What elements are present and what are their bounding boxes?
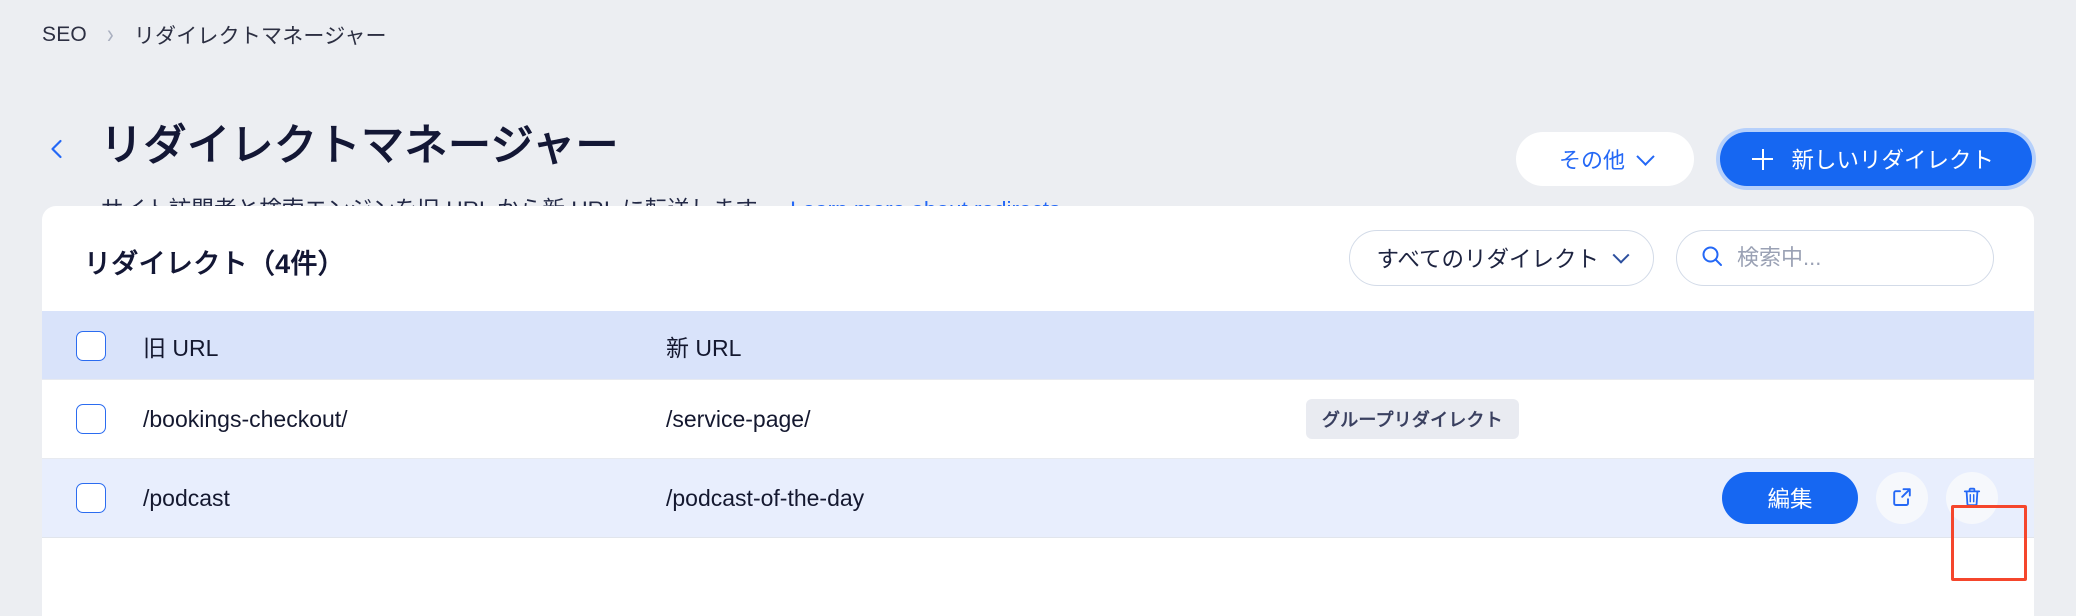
redirect-filter-dropdown[interactable]: すべてのリダイレクト xyxy=(1349,230,1654,286)
new-redirect-button-focus-ring: 新しいリダイレクト xyxy=(1716,128,2036,190)
external-link-icon xyxy=(1891,486,1913,511)
breadcrumb: SEO › リダイレクトマネージャー xyxy=(42,20,387,50)
breadcrumb-item-seo[interactable]: SEO xyxy=(42,23,87,47)
select-all-checkbox[interactable] xyxy=(76,330,106,361)
chevron-left-icon[interactable] xyxy=(46,138,68,160)
table-row-partial[interactable] xyxy=(42,537,2034,561)
more-button[interactable]: その他 xyxy=(1516,132,1695,186)
trash-icon xyxy=(1961,486,1983,511)
row-checkbox[interactable] xyxy=(76,404,106,434)
redirect-filter-label: すべてのリダイレクト xyxy=(1376,247,1599,272)
chevron-down-icon xyxy=(1612,246,1630,264)
search-box[interactable] xyxy=(1676,230,1994,286)
header-actions: その他 新しいリダイレクト xyxy=(1516,128,2036,190)
open-external-button[interactable] xyxy=(1876,472,1928,524)
cell-badge: グループリダイレクト xyxy=(1306,399,2034,439)
chevron-down-icon xyxy=(1636,146,1655,166)
cell-old-url: /podcast xyxy=(143,484,230,511)
column-header-new-url: 新 URL xyxy=(666,334,742,361)
breadcrumb-item-redirect-manager[interactable]: リダイレクトマネージャー xyxy=(134,20,387,50)
cell-old-url: /bookings-checkout/ xyxy=(143,405,348,432)
table-row[interactable]: /podcast /podcast-of-the-day 編集 xyxy=(42,458,2034,537)
edit-button[interactable]: 編集 xyxy=(1722,472,1858,524)
plus-icon xyxy=(1752,148,1774,170)
redirects-card: リダイレクト（4件） すべてのリダイレクト 検索中... 旧 URL 新 URL… xyxy=(42,206,2034,616)
cell-new-url: /podcast-of-the-day xyxy=(666,484,865,511)
more-button-label: その他 xyxy=(1558,148,1625,173)
page-header: リダイレクトマネージャー サイト訪問者と検索エンジンを旧 URL から新 URL… xyxy=(0,56,2076,222)
new-redirect-button-label: 新しいリダイレクト xyxy=(1791,148,1994,173)
search-icon xyxy=(1701,245,1723,272)
card-header: リダイレクト（4件） すべてのリダイレクト xyxy=(42,206,2034,311)
row-actions: 編集 xyxy=(1722,472,1998,524)
column-header-old-url: 旧 URL xyxy=(143,334,219,361)
card-toolbar: すべてのリダイレクト xyxy=(1349,230,1994,286)
card-title: リダイレクト（4件） xyxy=(84,249,346,279)
search-input[interactable] xyxy=(1737,245,1969,271)
breadcrumb-separator-icon: › xyxy=(106,20,114,50)
page-title: リダイレクトマネージャー xyxy=(100,122,619,170)
new-redirect-button[interactable]: 新しいリダイレクト xyxy=(1720,132,2032,186)
redirect-manager-page: SEO › リダイレクトマネージャー リダイレクトマネージャー サイト訪問者と検… xyxy=(0,0,2076,616)
edit-button-label: 編集 xyxy=(1767,487,1813,512)
row-checkbox[interactable] xyxy=(76,483,106,513)
table-row[interactable]: /bookings-checkout/ /service-page/ グループリ… xyxy=(42,379,2034,458)
table-header-row: 旧 URL 新 URL xyxy=(42,311,2034,379)
status-badge: グループリダイレクト xyxy=(1306,399,1519,439)
redirects-table: 旧 URL 新 URL /bookings-checkout/ /service… xyxy=(42,311,2034,561)
delete-button[interactable] xyxy=(1946,472,1998,524)
cell-new-url: /service-page/ xyxy=(666,405,811,432)
